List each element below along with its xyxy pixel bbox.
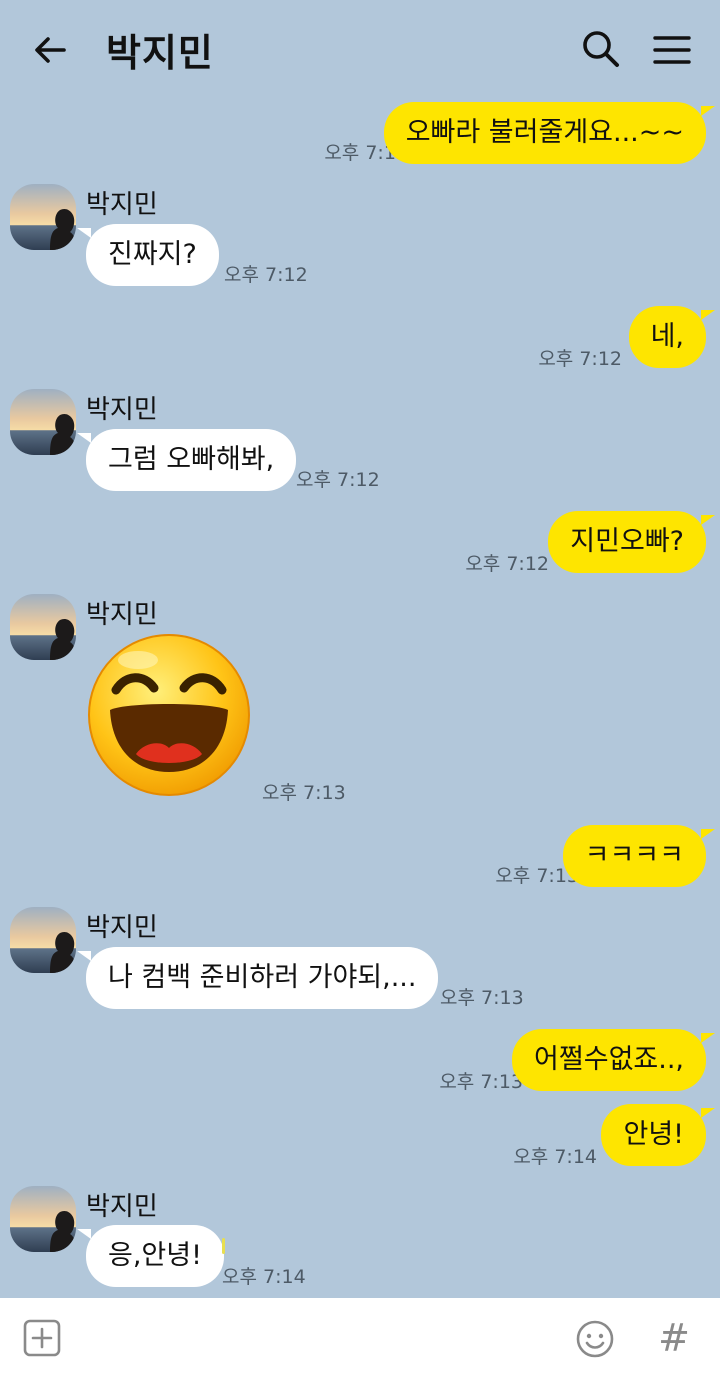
message-bubble[interactable]: 안녕! xyxy=(601,1104,715,1166)
sender-name: 박지민 xyxy=(86,1192,158,1222)
profile-avatar[interactable] xyxy=(10,907,76,973)
message-bubble[interactable]: 오빠라 불러줄게요...~~ xyxy=(383,102,716,164)
message-time: 오후 7:13 xyxy=(262,782,346,804)
sender-name: 박지민 xyxy=(86,395,158,425)
message-row-incoming: 박지민 응,안녕! 오후 7:14 xyxy=(0,1184,720,1290)
message-time: 오후 7:12 xyxy=(538,348,622,370)
message-row-outgoing: 오후 7:12 지민오빠? xyxy=(0,511,720,577)
message-row-incoming: 박지민 오후 7:13 xyxy=(0,592,720,806)
unread-indicator xyxy=(222,1238,225,1254)
message-time: 오후 7:12 xyxy=(465,553,549,575)
message-time: 오후 7:13 xyxy=(440,987,524,1009)
sender-name: 박지민 xyxy=(86,913,158,943)
sender-name: 박지민 xyxy=(86,600,158,630)
message-bubble[interactable]: 응,안녕! xyxy=(77,1225,224,1287)
profile-avatar[interactable] xyxy=(10,594,76,660)
message-input-bar: # xyxy=(0,1298,720,1382)
sender-name: 박지민 xyxy=(86,190,158,220)
message-bubble[interactable]: 지민오빠? xyxy=(548,511,715,573)
message-bubble[interactable]: 어쩔수없죠.., xyxy=(512,1029,715,1091)
chat-title: 박지민 xyxy=(106,31,214,75)
message-bubble[interactable]: 그럼 오빠해봐, xyxy=(76,429,297,491)
smiley-icon[interactable] xyxy=(574,1318,616,1360)
chat-header: 박지민 xyxy=(0,0,720,96)
hashtag-search-button[interactable]: # xyxy=(652,1314,696,1362)
profile-avatar[interactable] xyxy=(10,1186,76,1252)
message-row-outgoing: 오후 7:14 안녕! xyxy=(0,1104,720,1170)
message-bubble[interactable]: ㅋㅋㅋㅋ xyxy=(562,825,716,887)
profile-avatar[interactable] xyxy=(10,389,76,455)
back-arrow-icon[interactable] xyxy=(28,28,72,72)
message-row-outgoing: 오후 7:13 ㅋㅋㅋㅋ xyxy=(0,825,720,891)
search-icon[interactable] xyxy=(578,26,624,72)
message-time: 오후 7:12 xyxy=(224,264,308,286)
message-bubble[interactable]: 진짜지? xyxy=(77,224,219,286)
laughing-face-emoticon[interactable] xyxy=(86,632,252,798)
message-row-incoming: 박지민 나 컴백 준비하러 가야되,... 오후 7:13 xyxy=(0,905,720,1011)
message-time: 오후 7:13 xyxy=(439,1071,523,1093)
message-time: 오후 7:14 xyxy=(222,1266,306,1288)
message-row-incoming: 박지민 진짜지? 오후 7:12 xyxy=(0,182,720,288)
message-row-outgoing: 오후 7:12 네, xyxy=(0,306,720,372)
message-time: 오후 7:12 xyxy=(296,469,380,491)
message-row-outgoing: 오후 7:13 어쩔수없죠.., xyxy=(0,1029,720,1095)
message-bubble[interactable]: 네, xyxy=(628,306,716,368)
plus-square-icon[interactable] xyxy=(22,1318,62,1358)
profile-avatar[interactable] xyxy=(10,184,76,250)
message-row-outgoing: 오후 7:12 오빠라 불러줄게요...~~ xyxy=(0,100,720,166)
message-row-incoming: 박지민 그럼 오빠해봐, 오후 7:12 xyxy=(0,387,720,493)
menu-icon[interactable] xyxy=(650,30,694,70)
message-bubble[interactable]: 나 컴백 준비하러 가야되,... xyxy=(76,947,439,1009)
message-time: 오후 7:14 xyxy=(513,1146,597,1168)
